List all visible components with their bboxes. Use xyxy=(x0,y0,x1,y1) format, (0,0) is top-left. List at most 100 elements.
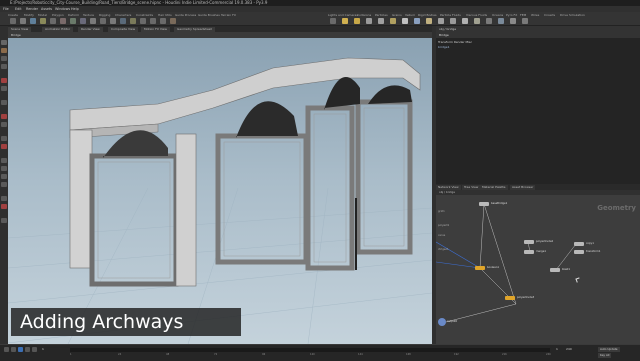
paint-tool-icon[interactable] xyxy=(1,136,7,141)
shelf-tab-rigid-bodies[interactable]: Rigid Bodies xyxy=(418,13,437,17)
tube-tool-icon[interactable] xyxy=(30,18,36,24)
start-frame[interactable]: 1 xyxy=(556,347,558,351)
camera-tool-icon[interactable] xyxy=(330,18,336,24)
torus-tool-icon[interactable] xyxy=(40,18,46,24)
network-node[interactable] xyxy=(524,250,534,254)
shelf-tab-characters[interactable]: Characters xyxy=(115,13,131,17)
move-tool-icon[interactable] xyxy=(1,48,7,53)
shelf-tab-guide-brushes[interactable]: Guide Brushes xyxy=(198,13,220,17)
shelf-tab-create[interactable]: Create xyxy=(8,13,18,17)
spot-light-tool-icon[interactable] xyxy=(354,18,360,24)
distant-light-tool-icon[interactable] xyxy=(402,18,408,24)
auto-update-button[interactable]: Auto Update xyxy=(598,347,620,352)
network-node[interactable] xyxy=(505,296,515,300)
network-node[interactable] xyxy=(574,242,584,246)
stereo-camera-tool-icon[interactable] xyxy=(486,18,492,24)
parameter-row[interactable]: bridge1 xyxy=(438,45,450,49)
shelf-tab-vellum[interactable]: Vellum xyxy=(405,13,415,17)
environment-light-tool-icon[interactable] xyxy=(414,18,420,24)
geometry-light-tool-icon[interactable] xyxy=(378,18,384,24)
key-all-button[interactable]: Key All xyxy=(598,353,612,358)
scale-tool-icon[interactable] xyxy=(1,64,7,69)
shelf-tab-guide-process[interactable]: Guide Process xyxy=(175,13,196,17)
volume-light-tool-icon[interactable] xyxy=(390,18,396,24)
shelf-tab-grains[interactable]: Grains xyxy=(392,13,402,17)
file-tool-icon[interactable] xyxy=(170,18,176,24)
select-primitives-icon[interactable] xyxy=(1,182,7,187)
shelf-tab-deform[interactable]: Deform xyxy=(68,13,79,17)
timeline-scrubber[interactable] xyxy=(70,348,550,352)
display-options-icon[interactable] xyxy=(1,218,7,223)
gamepad-camera-tool-icon[interactable] xyxy=(522,18,528,24)
parameter-row[interactable]: Transform Render Misc xyxy=(438,40,472,44)
line-tool-icon[interactable] xyxy=(70,18,76,24)
ambient-light-tool-icon[interactable] xyxy=(474,18,480,24)
shelf-tab-model[interactable]: Model xyxy=(38,13,47,17)
shelf-tab-drive-simulation[interactable]: Drive Simulation xyxy=(560,13,585,17)
grid-tool-icon[interactable] xyxy=(50,18,56,24)
shelf-tab-pyro-fx[interactable]: Pyro FX xyxy=(506,13,517,17)
vr-camera-tool-icon[interactable] xyxy=(498,18,504,24)
pose-tool-icon[interactable] xyxy=(1,86,7,91)
shelf-tab-particles[interactable]: Particles xyxy=(375,13,388,17)
shelf-tab-particle-fluids[interactable]: Particle Fluids xyxy=(440,13,461,17)
snap-tool-icon[interactable] xyxy=(1,114,7,119)
select-points-icon[interactable] xyxy=(1,166,7,171)
shelf-tab-oceans[interactable]: Oceans xyxy=(492,13,503,17)
box-tool-icon[interactable] xyxy=(10,18,16,24)
view-tool-icon[interactable] xyxy=(1,100,7,105)
spray-paint-tool-icon[interactable] xyxy=(120,18,126,24)
rotate-tool-icon[interactable] xyxy=(1,56,7,61)
select-tool-icon[interactable] xyxy=(1,40,7,45)
network-node[interactable] xyxy=(550,268,560,272)
step-back-icon[interactable] xyxy=(11,347,16,352)
point-light-tool-icon[interactable] xyxy=(342,18,348,24)
shelf-tab-terrain-fx[interactable]: Terrain FX xyxy=(221,13,236,17)
draw-curve-tool-icon[interactable] xyxy=(100,18,106,24)
jump-start-icon[interactable] xyxy=(4,347,9,352)
shelf-tab-viscous-fluids[interactable]: Viscous Fluids xyxy=(466,13,487,17)
area-light-tool-icon[interactable] xyxy=(366,18,372,24)
jump-end-icon[interactable] xyxy=(32,347,37,352)
shelf-tab-fem[interactable]: FEM xyxy=(520,13,526,17)
shelf-tab-crowds[interactable]: Crowds xyxy=(544,13,555,17)
null-tool-icon[interactable] xyxy=(60,18,66,24)
shelf-tab-hair-utils[interactable]: Hair Utils xyxy=(158,13,172,17)
grid-snap-icon[interactable] xyxy=(1,122,7,127)
shelf-tab-modify[interactable]: Modify xyxy=(24,13,34,17)
metaball-tool-icon[interactable] xyxy=(160,18,166,24)
network-node[interactable] xyxy=(475,266,485,270)
switcher-tool-icon[interactable] xyxy=(510,18,516,24)
path-tool-icon[interactable] xyxy=(110,18,116,24)
l-system-tool-icon[interactable] xyxy=(150,18,156,24)
scene-viewport[interactable] xyxy=(8,38,432,344)
shelf-tab-rigging[interactable]: Rigging xyxy=(99,13,110,17)
platonic-tool-icon[interactable] xyxy=(140,18,146,24)
shelf-tab-lights-cameras[interactable]: Lights and Cameras xyxy=(328,13,358,17)
shelf-tab-polygon[interactable]: Polygon xyxy=(52,13,64,17)
select-visible-icon[interactable] xyxy=(1,204,7,209)
network-editor[interactable]: Network View Tree View Material Palette … xyxy=(436,184,640,344)
output-node-icon[interactable] xyxy=(438,318,446,326)
select-edges-icon[interactable] xyxy=(1,174,7,179)
shelf-tab-constraints[interactable]: Constraints xyxy=(136,13,153,17)
end-frame[interactable]: 240 xyxy=(566,347,572,351)
select-groups-icon[interactable] xyxy=(1,158,7,163)
shelf-tab-wires[interactable]: Wires xyxy=(531,13,539,17)
network-node[interactable] xyxy=(574,250,584,254)
sphere-tool-icon[interactable] xyxy=(20,18,26,24)
caustic-light-tool-icon[interactable] xyxy=(450,18,456,24)
sculpt-tool-icon[interactable] xyxy=(1,144,7,149)
portal-light-tool-icon[interactable] xyxy=(462,18,468,24)
circle-tool-icon[interactable] xyxy=(80,18,86,24)
play-icon[interactable] xyxy=(18,347,23,352)
shelf-tab-texture[interactable]: Texture xyxy=(83,13,94,17)
sky-light-tool-icon[interactable] xyxy=(426,18,432,24)
current-frame[interactable]: 1 xyxy=(42,347,44,351)
handle-tool-icon[interactable] xyxy=(1,78,7,83)
font-tool-icon[interactable] xyxy=(130,18,136,24)
step-forward-icon[interactable] xyxy=(25,347,30,352)
gi-light-tool-icon[interactable] xyxy=(438,18,444,24)
network-node[interactable] xyxy=(479,202,489,206)
curve-tool-icon[interactable] xyxy=(90,18,96,24)
